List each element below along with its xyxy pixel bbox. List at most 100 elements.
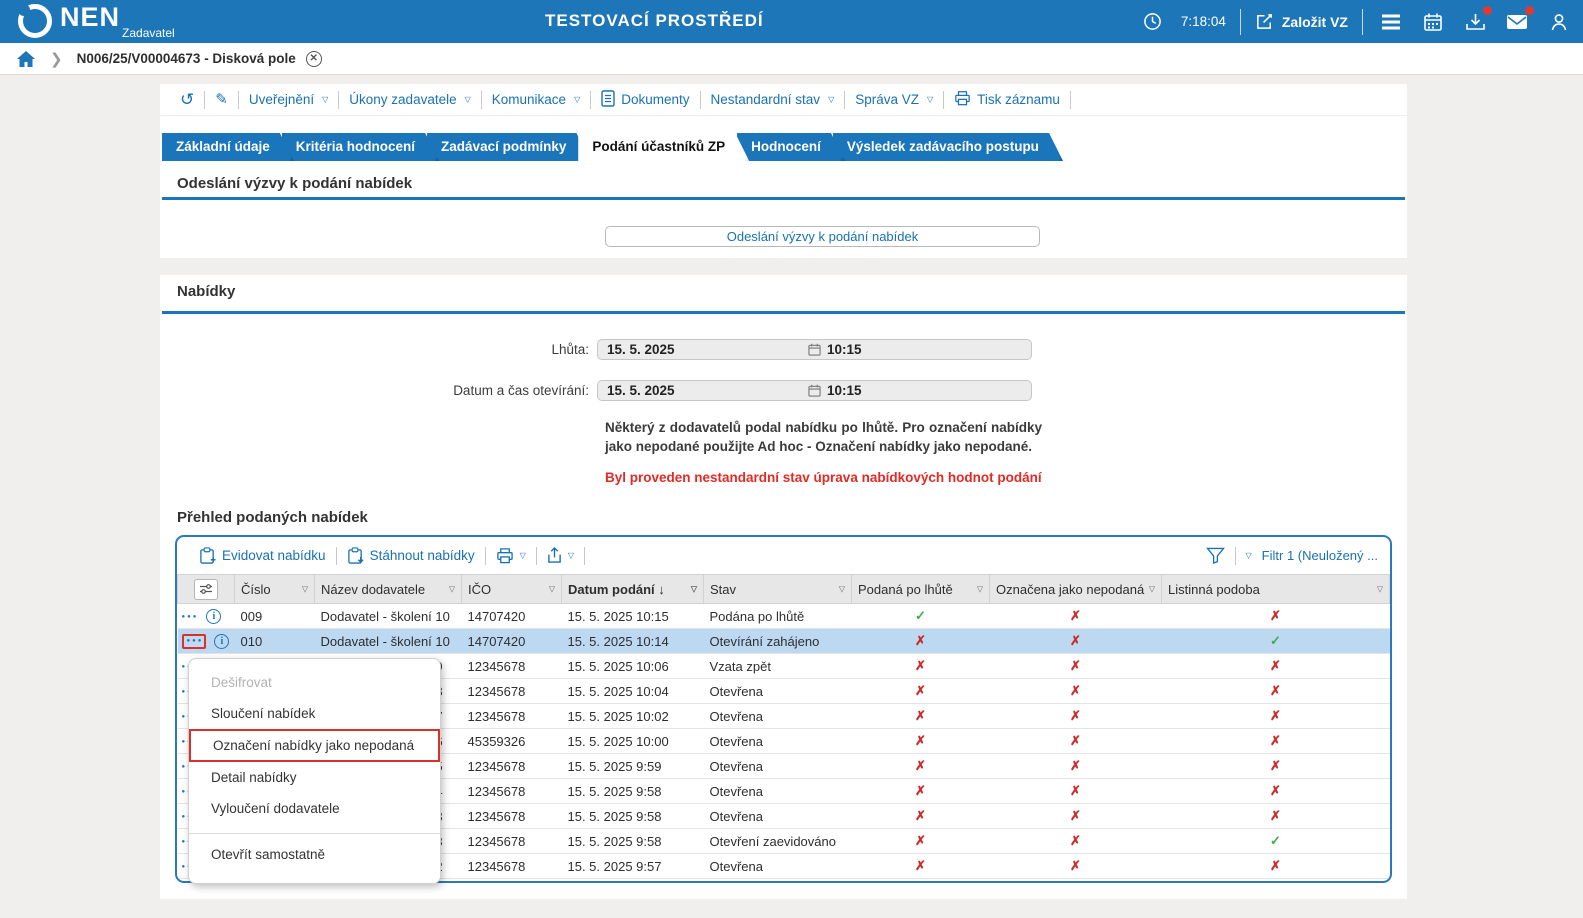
column-filter-icon[interactable]: ▽ <box>549 585 555 594</box>
tab-hodnocen-[interactable]: Hodnocení <box>737 133 845 161</box>
downloads-inbox-icon[interactable] <box>1461 8 1489 36</box>
column-filter-icon[interactable]: ▽ <box>449 585 455 594</box>
tab-pod-n-astn-k-zp[interactable]: Podání účastníků ZP <box>578 133 749 161</box>
toolbar-action-spr-va-vz[interactable]: Správa VZ▽ <box>845 92 943 107</box>
check-icon: ✓ <box>915 608 926 623</box>
active-filter-label[interactable]: Filtr 1 (Neuložený ... <box>1262 548 1378 563</box>
otevirani-date-value: 15. 5. 2025 <box>598 383 808 398</box>
cross-icon: ✗ <box>1070 783 1081 798</box>
row-info-icon[interactable]: i <box>214 634 229 649</box>
lhuta-date-value: 15. 5. 2025 <box>598 342 808 357</box>
top-bar: NEN Zadavatel TESTOVACÍ PROSTŘEDÍ 7:18:0… <box>0 0 1583 43</box>
toolbar-action-komunikace[interactable]: Komunikace▽ <box>482 92 590 107</box>
cross-icon: ✗ <box>915 633 926 648</box>
column-filter-icon[interactable]: ▽ <box>302 585 308 594</box>
cross-icon: ✗ <box>1070 658 1081 673</box>
column-header-ičo[interactable]: IČO▽ <box>462 575 562 604</box>
column-filter-icon[interactable]: ▽ <box>1377 585 1383 594</box>
column-header-datum-podání[interactable]: Datum podání ↓▽ <box>562 575 704 604</box>
context-menu-item-detail-nabídky[interactable]: Detail nabídky <box>189 762 440 793</box>
cell-oznacena-jako-nepodana: ✗ <box>990 779 1162 804</box>
printer-icon <box>954 90 971 109</box>
column-header-číslo[interactable]: Číslo▽ <box>235 575 315 604</box>
divider <box>1070 91 1071 109</box>
context-menu-item-označení-nabídky-jako-nepodaná[interactable]: Označení nabídky jako nepodaná <box>189 729 440 762</box>
messages-envelope-icon[interactable] <box>1503 8 1531 36</box>
tab-krit-ria-hodnocen-[interactable]: Kritéria hodnocení <box>282 133 439 161</box>
brand-subtitle: Zadavatel <box>122 26 175 40</box>
sort-desc-icon: ↓ <box>658 582 665 597</box>
toolbar-action-label: Uveřejnění <box>249 92 314 107</box>
menu-hamburger-icon[interactable] <box>1377 8 1405 36</box>
evidovat-nabidku-button[interactable]: Evidovat nabídku <box>189 547 336 565</box>
column-filter-icon[interactable]: ▽ <box>1149 585 1155 594</box>
column-filter-icon[interactable]: ▽ <box>691 585 697 594</box>
divider <box>1235 547 1236 565</box>
create-vz-button[interactable]: Založit VZ <box>1255 12 1348 31</box>
lhuta-field[interactable]: 15. 5. 2025 10:15 <box>597 339 1032 360</box>
chevron-down-icon: ▽ <box>465 95 471 104</box>
export-dropdown-caret[interactable]: ▽ <box>568 551 574 560</box>
user-profile-icon[interactable] <box>1545 8 1573 36</box>
column-filter-icon[interactable]: ▽ <box>977 585 983 594</box>
print-dropdown-caret[interactable]: ▽ <box>520 551 526 560</box>
cross-icon: ✗ <box>915 683 926 698</box>
row-menu-icon[interactable]: ●●● <box>182 634 207 649</box>
cross-icon: ✗ <box>1070 833 1081 848</box>
cell-ico: 12345678 <box>462 654 562 679</box>
section-heading-odeslani: Odeslání výzvy k podání nabídek <box>177 175 412 192</box>
cross-icon: ✗ <box>915 808 926 823</box>
cell-stav: Otevřena <box>704 729 852 754</box>
column-filter-icon[interactable]: ▽ <box>839 585 845 594</box>
otevirani-field[interactable]: 15. 5. 2025 10:15 <box>597 380 1032 401</box>
column-settings-icon[interactable] <box>194 579 218 600</box>
context-menu-item-sloučení-nabídek[interactable]: Sloučení nabídek <box>189 698 440 729</box>
tab-z-kladn-daje[interactable]: Základní údaje <box>162 133 294 161</box>
toolbar-action--kony-zadavatele[interactable]: Úkony zadavatele▽ <box>339 92 480 107</box>
cell-listinna-podoba: ✗ <box>1162 729 1390 754</box>
row-info-icon[interactable]: i <box>206 609 221 624</box>
column-header-označena-jako-nepodaná[interactable]: Označena jako nepodaná▽ <box>990 575 1162 604</box>
column-header-podaná-po-lhůtě[interactable]: Podaná po lhůtě▽ <box>852 575 990 604</box>
cell-listinna-podoba: ✗ <box>1162 779 1390 804</box>
context-menu-item-otevřít-samostatně[interactable]: Otevřít samostatně <box>189 833 440 870</box>
row-menu-icon[interactable]: ●●● <box>182 614 199 620</box>
odeslani-vyzvy-button[interactable]: Odeslání výzvy k podání nabídek <box>605 226 1040 247</box>
page: NEN Zadavatel TESTOVACÍ PROSTŘEDÍ 7:18:0… <box>0 0 1583 918</box>
calendar-small-icon <box>808 384 821 397</box>
home-icon[interactable] <box>16 50 36 68</box>
cell-stav: Otevírání zahájeno <box>704 629 852 654</box>
column-header-listinná-podoba[interactable]: Listinná podoba▽ <box>1162 575 1390 604</box>
toolbar-action-history-icon[interactable]: ↺ <box>170 91 204 108</box>
cell-datum-podani: 15. 5. 2025 9:58 <box>562 829 704 854</box>
nen-logo[interactable]: NEN Zadavatel <box>18 2 175 40</box>
filter-dropdown-caret[interactable]: ▽ <box>1246 551 1252 560</box>
stahnout-nabidky-button[interactable]: Stáhnout nabídky <box>337 547 485 565</box>
column-header-stav[interactable]: Stav▽ <box>704 575 852 604</box>
print-table-button[interactable]: ▽ <box>486 547 536 564</box>
toolbar-action-uve-ejn-n-[interactable]: Uveřejnění▽ <box>239 92 338 107</box>
filter-funnel-icon[interactable] <box>1206 547 1225 564</box>
cell-podana-po-lhute: ✗ <box>852 829 990 854</box>
divider <box>1240 9 1241 35</box>
cell-podana-po-lhute: ✓ <box>852 604 990 629</box>
cell-datum-podani: 15. 5. 2025 10:00 <box>562 729 704 754</box>
toolbar-action-nestandardn-stav[interactable]: Nestandardní stav▽ <box>701 92 845 107</box>
cell-ico: 12345678 <box>462 779 562 804</box>
tab-zad-vac-podm-nky[interactable]: Zadávací podmínky <box>427 133 590 161</box>
table-row[interactable]: ●●●i009Dodavatel - školení 101470742015.… <box>178 604 1390 629</box>
context-menu-item-vyloučení-dodavatele[interactable]: Vyloučení dodavatele <box>189 793 440 824</box>
toolbar-action-tisk-z-znamu[interactable]: Tisk záznamu <box>944 90 1070 109</box>
breadcrumb-item[interactable]: N006/25/V00004673 - Disková pole <box>77 51 296 66</box>
table-row[interactable]: ●●●i010Dodavatel - školení 101470742015.… <box>178 629 1390 654</box>
cell-datum-podani: 15. 5. 2025 9:58 <box>562 779 704 804</box>
column-header-název-dodavatele[interactable]: Název dodavatele▽ <box>315 575 462 604</box>
tab-v-sledek-zad-vac-ho-postupu[interactable]: Výsledek zadávacího postupu <box>833 133 1063 161</box>
export-button[interactable]: ▽ <box>537 547 584 564</box>
toolbar-action-label: Nestandardní stav <box>711 92 821 107</box>
breadcrumb-close-icon[interactable]: ✕ <box>306 51 322 67</box>
cell-oznacena-jako-nepodana: ✗ <box>990 629 1162 654</box>
toolbar-action-dokumenty[interactable]: Dokumenty <box>591 90 699 110</box>
calendar-icon[interactable] <box>1419 8 1447 36</box>
toolbar-action-pencil-icon[interactable]: ✎ <box>205 92 238 107</box>
